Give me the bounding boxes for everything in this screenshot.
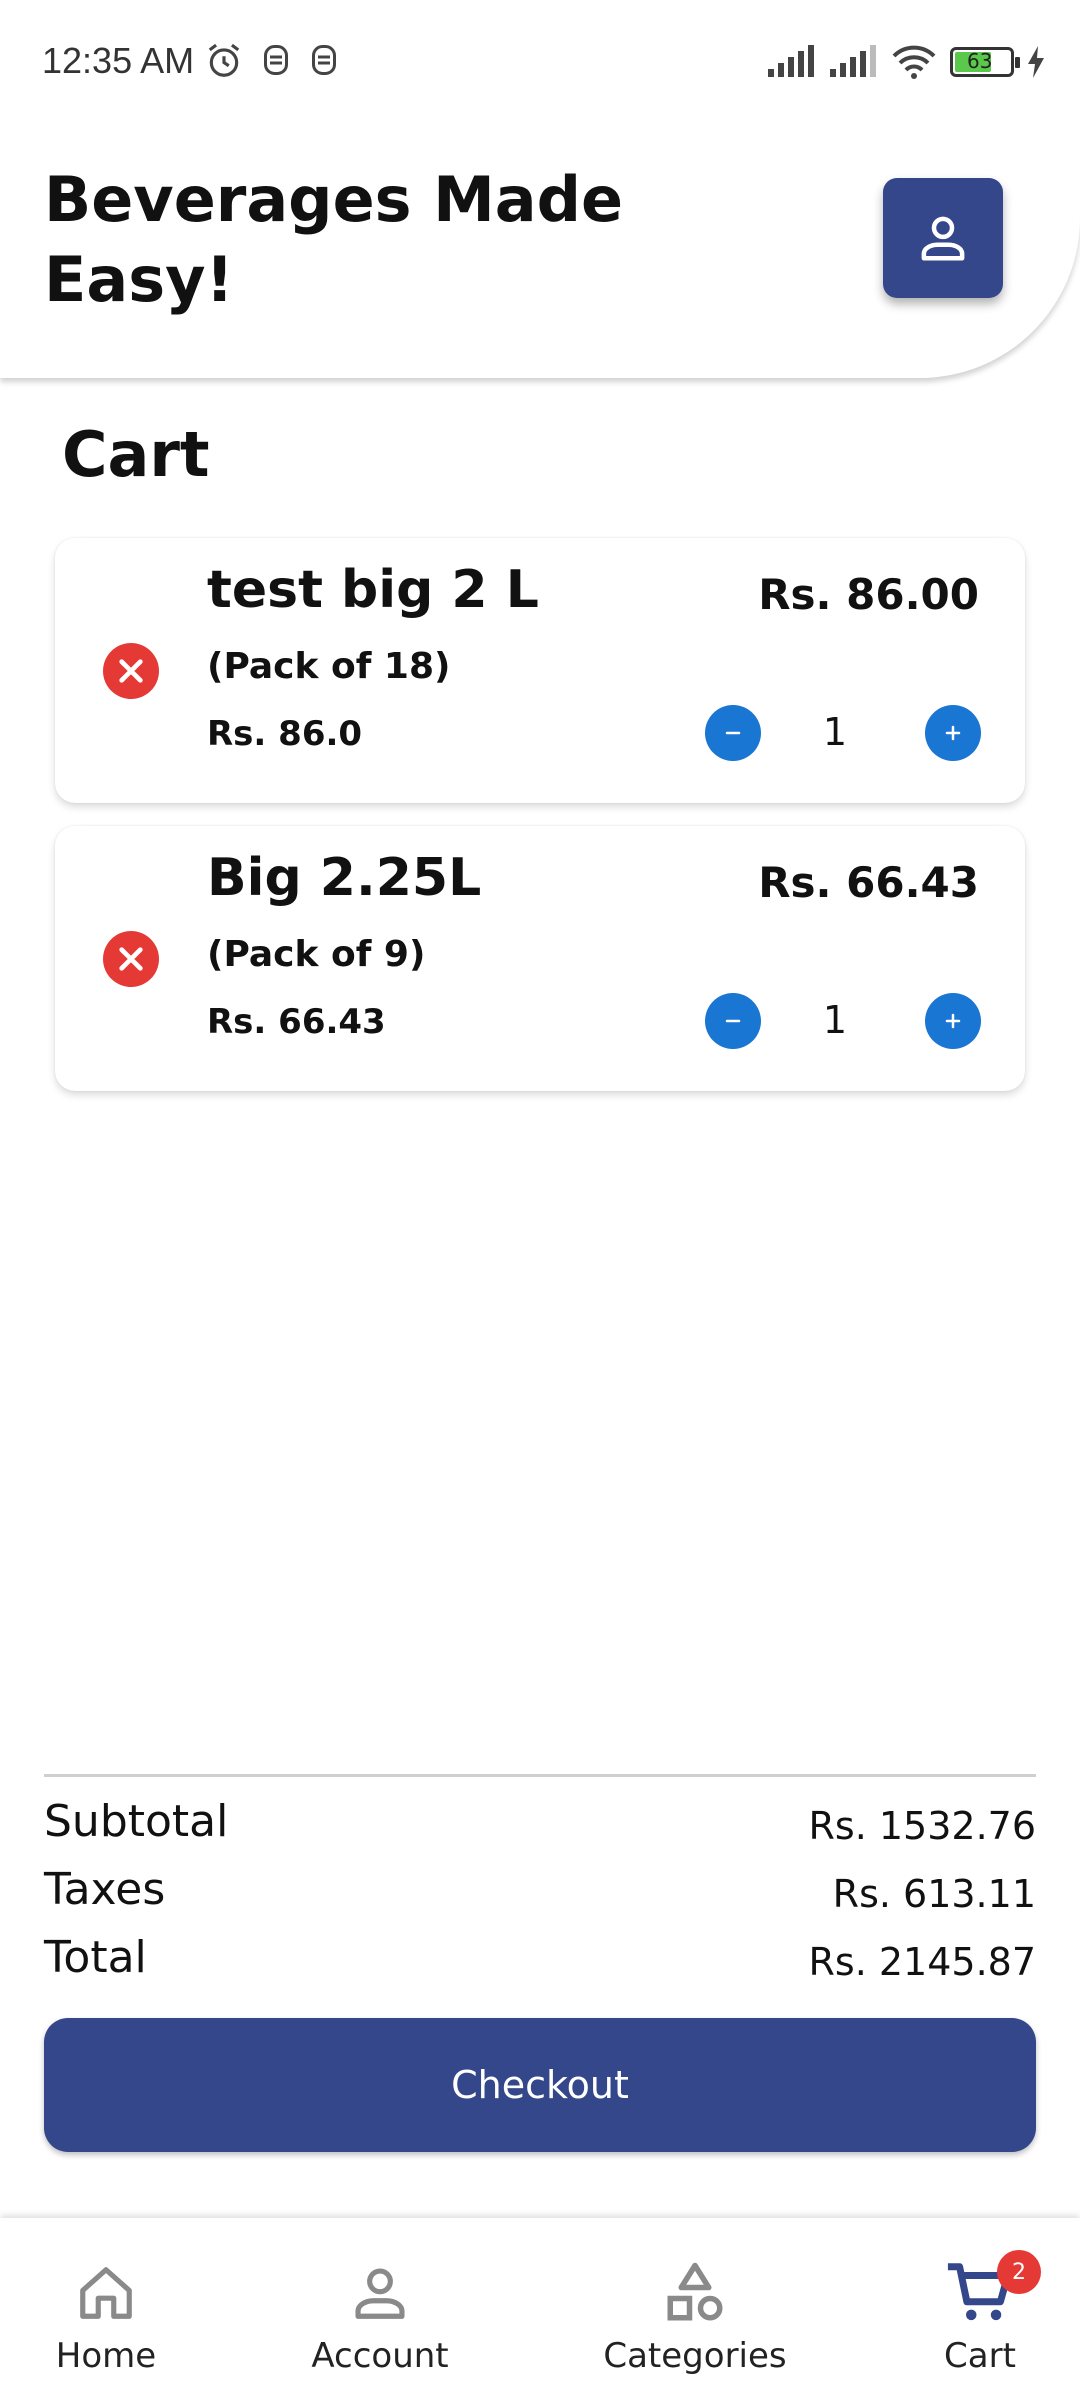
decrease-quantity-button[interactable]	[705, 705, 761, 761]
subtotal-label: Subtotal	[44, 1796, 229, 1847]
signal-icon	[768, 45, 814, 77]
item-quantity: 1	[822, 710, 848, 754]
remove-item-button[interactable]	[103, 931, 159, 987]
wifi-icon	[892, 45, 936, 79]
summary-divider	[44, 1774, 1036, 1777]
close-icon	[119, 659, 143, 683]
close-icon	[119, 947, 143, 971]
charging-icon	[1028, 46, 1044, 78]
item-total-price: Rs. 66.43	[758, 858, 979, 907]
plus-icon	[945, 725, 961, 741]
minus-icon	[725, 1019, 741, 1023]
remove-item-button[interactable]	[103, 643, 159, 699]
nav-item-categories[interactable]: Categories	[590, 2218, 800, 2400]
increase-quantity-button[interactable]	[925, 705, 981, 761]
increase-quantity-button[interactable]	[925, 993, 981, 1049]
total-label: Total	[44, 1932, 147, 1983]
signal-icon	[830, 45, 876, 77]
total-row: Total Rs. 2145.87	[44, 1932, 1036, 1992]
item-quantity: 1	[822, 998, 848, 1042]
nav-label-account: Account	[311, 2336, 449, 2376]
app-title: Beverages Made Easy!	[44, 163, 624, 316]
alarm-icon	[208, 43, 240, 77]
nav-label-categories: Categories	[603, 2336, 787, 2376]
app-notification-icon	[312, 45, 336, 75]
minus-icon	[725, 731, 741, 735]
item-unit-price: Rs. 86.0	[207, 714, 363, 754]
taxes-row: Taxes Rs. 613.11	[44, 1864, 1036, 1924]
taxes-value: Rs. 613.11	[832, 1872, 1036, 1916]
total-value: Rs. 2145.87	[808, 1940, 1037, 1984]
user-icon	[921, 216, 965, 261]
cart-title: Cart	[62, 418, 210, 491]
taxes-label: Taxes	[44, 1864, 166, 1915]
decrease-quantity-button[interactable]	[705, 993, 761, 1049]
item-name: test big 2 L	[207, 560, 539, 620]
nav-item-cart[interactable]: 2 Cart	[920, 2218, 1041, 2400]
status-notification-icons	[205, 42, 339, 80]
item-pack-size: (Pack of 9)	[207, 934, 426, 975]
item-name: Big 2.25L	[207, 848, 482, 908]
nav-item-home[interactable]: Home	[36, 2218, 176, 2400]
cart-item: Big 2.25L (Pack of 9) Rs. 66.43 Rs. 66.4…	[55, 826, 1025, 1091]
item-total-price: Rs. 86.00	[758, 570, 979, 619]
app-notification-icon	[264, 45, 288, 75]
user-icon	[345, 2258, 415, 2328]
nav-item-account[interactable]: Account	[300, 2218, 460, 2400]
bottom-navigation: Home Account Categories 2 Cart	[0, 2218, 1080, 2400]
subtotal-value: Rs. 1532.76	[808, 1804, 1037, 1848]
status-system-icons: 63	[766, 44, 1046, 80]
profile-button[interactable]	[883, 178, 1003, 298]
checkout-button[interactable]: Checkout	[44, 2018, 1036, 2152]
home-icon	[71, 2258, 141, 2328]
status-time: 12:35 AM	[42, 40, 195, 81]
battery-icon: 63	[950, 47, 1020, 77]
cart-item: test big 2 L (Pack of 18) Rs. 86.0 Rs. 8…	[55, 538, 1025, 803]
item-unit-price: Rs. 66.43	[207, 1002, 386, 1042]
categories-icon	[660, 2258, 730, 2328]
plus-icon	[945, 1013, 961, 1029]
subtotal-row: Subtotal Rs. 1532.76	[44, 1796, 1036, 1856]
nav-label-home: Home	[55, 2336, 157, 2376]
item-pack-size: (Pack of 18)	[207, 646, 451, 687]
cart-count-badge: 2	[997, 2250, 1041, 2294]
nav-label-cart: Cart	[944, 2336, 1016, 2376]
status-bar: 12:35 AM 63	[0, 0, 1080, 130]
battery-level: 63	[967, 49, 993, 73]
cart-icon: 2	[945, 2250, 1041, 2328]
